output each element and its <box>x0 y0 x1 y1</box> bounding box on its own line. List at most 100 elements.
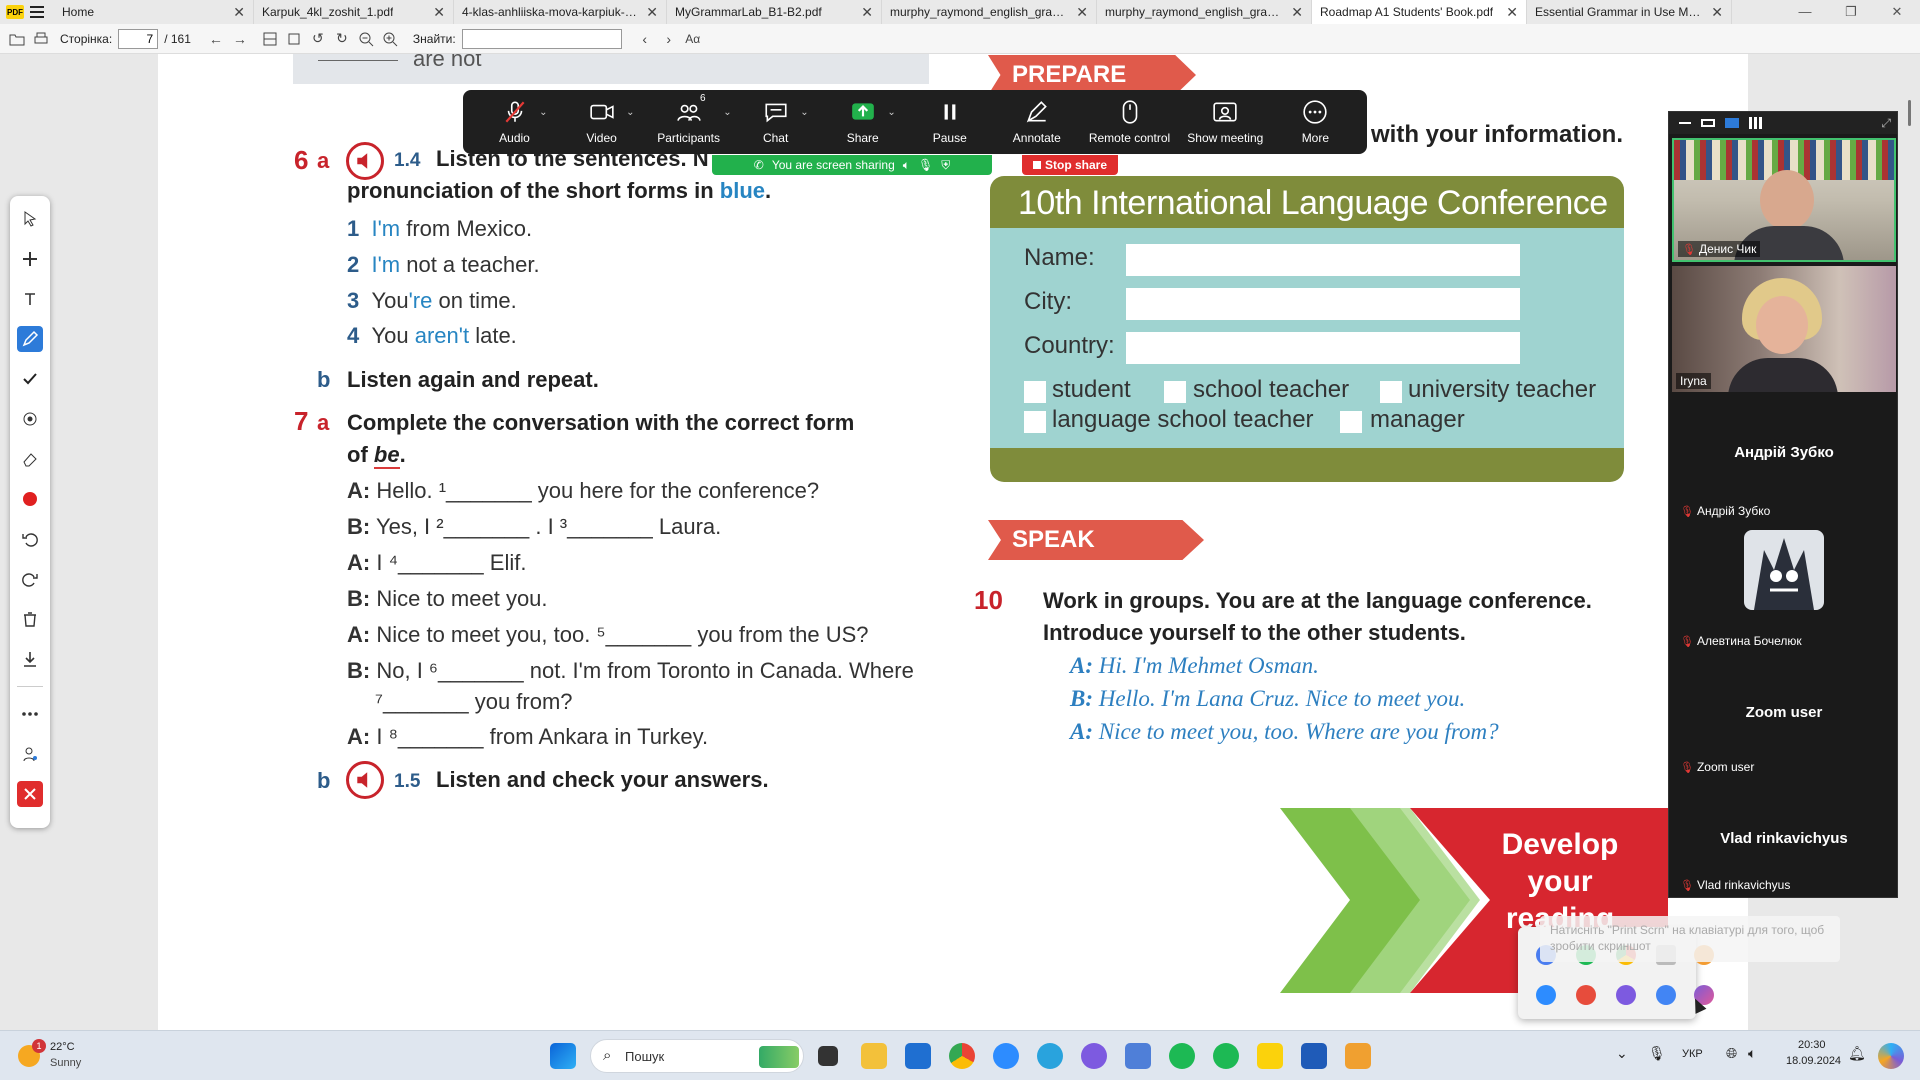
find-input[interactable] <box>461 28 622 49</box>
checkmark-icon[interactable] <box>17 366 43 392</box>
single-page-icon[interactable] <box>261 30 279 48</box>
word-icon[interactable] <box>1301 1043 1327 1069</box>
participant-name-tile[interactable]: Андрій Зубко 🎙︎ Андрій Зубко <box>1672 396 1896 522</box>
chrome-alt-tray-icon[interactable] <box>1656 985 1676 1005</box>
find-prev-icon[interactable]: ‹ <box>636 30 654 48</box>
chevron-down-icon[interactable]: ⌄ <box>723 107 731 118</box>
maximize-icon[interactable]: ❐ <box>1828 4 1874 20</box>
audio-button[interactable]: Audio ⌄ <box>480 99 550 145</box>
clock-date[interactable]: 18.09.2024 <box>1786 1055 1841 1067</box>
expand-icon[interactable]: ⤢ <box>1881 116 1891 131</box>
more-options-icon[interactable] <box>17 701 43 727</box>
form-city-field[interactable] <box>1126 288 1520 320</box>
option-checkbox[interactable] <box>1024 411 1046 433</box>
option-checkbox[interactable] <box>1164 381 1186 403</box>
eraser-icon[interactable] <box>17 446 43 472</box>
rotate-right-icon[interactable]: ↻ <box>333 30 351 48</box>
viber-tray-icon[interactable] <box>1616 985 1636 1005</box>
text-tool-icon[interactable] <box>17 286 43 312</box>
chevron-down-icon[interactable]: ⌄ <box>626 107 634 118</box>
annotate-button[interactable]: Annotate <box>1002 99 1072 145</box>
close-tab-icon[interactable]: ✕ <box>433 4 445 21</box>
prev-page-icon[interactable]: ← <box>207 30 225 48</box>
close-annotation-icon[interactable] <box>17 781 43 807</box>
media-player-icon[interactable] <box>1345 1043 1371 1069</box>
weather-widget[interactable]: 1 22°C Sunny <box>18 1039 128 1073</box>
find-next-icon[interactable]: › <box>660 30 678 48</box>
zoom-out-icon[interactable] <box>357 30 375 48</box>
notification-bell-icon[interactable]: 🔔︎ <box>1848 1045 1866 1062</box>
participant-name-tile[interactable]: Vlad rinkavichyus 🎙︎ Vlad rinkavichyus <box>1672 778 1896 896</box>
tab-5[interactable]: murphy_raymond_english_gram... ✕ <box>1097 0 1312 24</box>
form-country-field[interactable] <box>1126 332 1520 364</box>
volume-tray-icon[interactable]: 🔈︎ <box>1748 1045 1756 1062</box>
stop-share-button[interactable]: Stop share <box>1022 155 1118 175</box>
start-icon[interactable] <box>550 1043 576 1069</box>
participant-video-tile[interactable]: Iryna <box>1672 266 1896 392</box>
chevron-down-icon[interactable]: ⌄ <box>800 107 808 118</box>
pause-button[interactable]: Pause <box>915 99 985 145</box>
tab-0[interactable]: Home ✕ <box>54 0 254 24</box>
audio-speaker-icon[interactable] <box>346 142 384 180</box>
option-checkbox[interactable] <box>1340 411 1362 433</box>
pen-tool-icon[interactable] <box>17 326 43 352</box>
print-icon[interactable] <box>32 30 50 48</box>
more-button[interactable]: More <box>1280 99 1350 145</box>
copilot-icon[interactable] <box>1878 1043 1904 1069</box>
clock-time[interactable]: 20:30 <box>1798 1039 1826 1051</box>
tab-3[interactable]: MyGrammarLab_B1-B2.pdf ✕ <box>667 0 882 24</box>
participant-avatar-tile[interactable]: 🎙︎ Алевтина Бочелюк <box>1672 526 1896 652</box>
microphone-tray-icon[interactable]: 🎙︎ <box>1648 1045 1666 1062</box>
chat-button[interactable]: Chat ⌄ <box>741 99 811 145</box>
next-page-icon[interactable]: → <box>231 30 249 48</box>
pdf-reader-icon[interactable] <box>1257 1043 1283 1069</box>
chevron-down-icon[interactable]: ⌄ <box>539 107 547 118</box>
tab-1[interactable]: Karpuk_4kl_zoshit_1.pdf ✕ <box>254 0 454 24</box>
hamburger-menu-icon[interactable] <box>30 6 44 18</box>
tab-6[interactable]: Roadmap A1 Students' Book.pdf ✕ <box>1312 0 1527 24</box>
participant-video-tile[interactable]: 🎙︎ Денис Чик <box>1672 138 1896 262</box>
color-picker-icon[interactable] <box>17 486 43 512</box>
task-view-icon[interactable] <box>818 1046 838 1066</box>
select-arrow-icon[interactable] <box>17 206 43 232</box>
screen-sharing-indicator[interactable]: ✆ You are screen sharing 🔈︎ 🎙︎ ⛨ <box>712 155 992 175</box>
save-download-icon[interactable] <box>17 646 43 672</box>
spotify-alt-icon[interactable] <box>1213 1043 1239 1069</box>
undo-icon[interactable] <box>17 526 43 552</box>
chrome-icon[interactable] <box>949 1043 975 1069</box>
remote-control-button[interactable]: Remote control <box>1089 99 1170 145</box>
close-tab-icon[interactable]: ✕ <box>646 4 658 21</box>
video-button[interactable]: Video ⌄ <box>567 99 637 145</box>
rotate-left-icon[interactable]: ↺ <box>309 30 327 48</box>
close-window-icon[interactable]: ✕ <box>1874 4 1920 20</box>
strip-view-icon[interactable] <box>1725 118 1739 128</box>
open-folder-icon[interactable] <box>8 30 26 48</box>
option-checkbox[interactable] <box>1380 381 1402 403</box>
participants-button[interactable]: 6 Participants ⌄ <box>654 93 731 145</box>
close-tab-icon[interactable]: ✕ <box>233 4 245 21</box>
show-meeting-button[interactable]: Show meeting <box>1187 99 1263 145</box>
page-number-input[interactable] <box>118 28 159 49</box>
move-icon[interactable] <box>17 246 43 272</box>
zoom-tray-icon[interactable] <box>1536 985 1556 1005</box>
form-name-field[interactable] <box>1126 244 1520 276</box>
request-control-icon[interactable] <box>17 741 43 767</box>
network-icon[interactable]: 🌐︎ <box>1726 1045 1737 1062</box>
participant-name-tile[interactable]: Zoom user 🎙︎ Zoom user <box>1672 652 1896 778</box>
audio-speaker-icon[interactable] <box>346 761 384 799</box>
share-button[interactable]: Share ⌄ <box>828 99 898 145</box>
calculator-icon[interactable] <box>1125 1043 1151 1069</box>
option-checkbox[interactable] <box>1024 381 1046 403</box>
spotify-icon[interactable] <box>1169 1043 1195 1069</box>
telegram-icon[interactable] <box>1037 1043 1063 1069</box>
minimize-panel-icon[interactable] <box>1679 122 1691 124</box>
vertical-scrollbar[interactable] <box>1908 100 1911 126</box>
chevron-down-icon[interactable]: ⌄ <box>887 107 895 118</box>
spotlight-icon[interactable] <box>17 406 43 432</box>
trash-icon[interactable] <box>17 606 43 632</box>
minimize-icon[interactable]: — <box>1782 4 1828 20</box>
redo-icon[interactable] <box>17 566 43 592</box>
app-tray-icon[interactable] <box>1576 985 1596 1005</box>
taskbar-search[interactable]: ⌕ Пошук <box>590 1039 804 1073</box>
close-tab-icon[interactable]: ✕ <box>1291 4 1303 21</box>
